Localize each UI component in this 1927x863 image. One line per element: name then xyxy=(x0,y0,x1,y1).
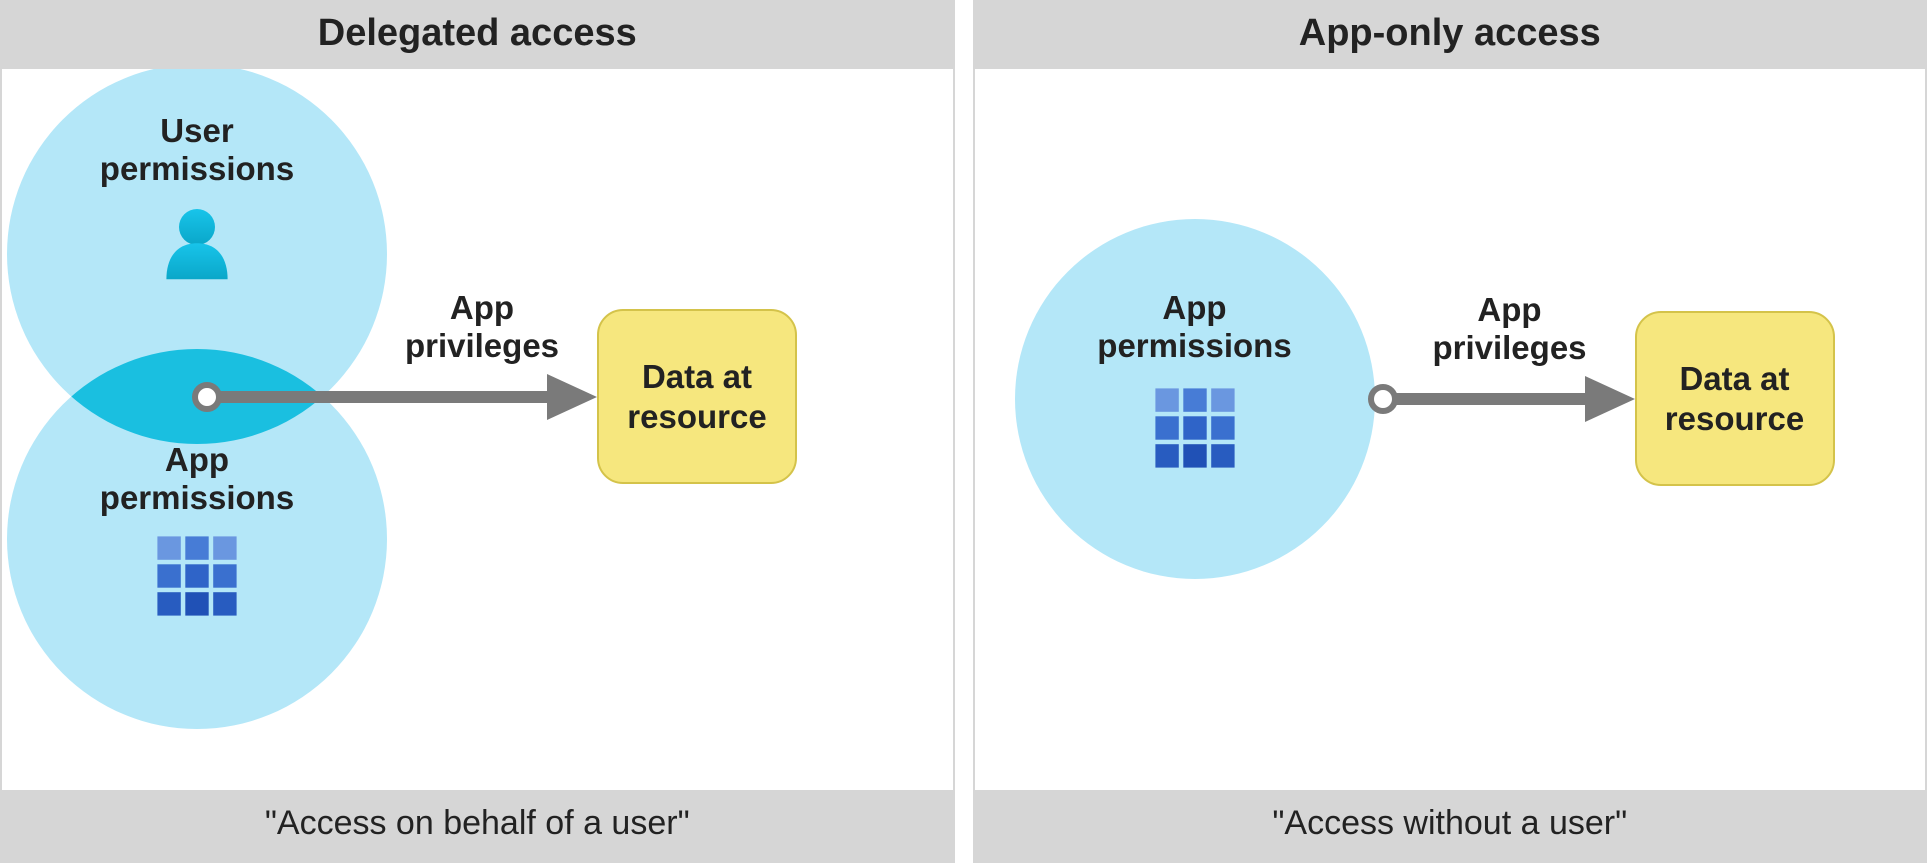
panel-app-only-access: App-only access App permissions xyxy=(973,0,1927,863)
app-permissions-label-right: App permissions xyxy=(1097,289,1291,365)
data-box-left: Data at resource xyxy=(597,309,797,484)
data-box-label-right: Data at resource xyxy=(1665,359,1804,438)
app-permissions-circle-left: App permissions xyxy=(7,349,387,729)
user-permissions-label: User permissions xyxy=(100,112,294,188)
panel-body-left: User permissions App permissions xyxy=(2,69,953,790)
grid-icon xyxy=(152,531,242,621)
arrow-label-left: App privileges xyxy=(382,289,582,365)
panel-delegated-access: Delegated access User permissions xyxy=(0,0,955,863)
panel-footer-left: "Access on behalf of a user" xyxy=(2,790,953,861)
panel-footer-right: "Access without a user" xyxy=(975,790,1926,861)
panel-title-right: App-only access xyxy=(975,2,1926,69)
data-box-label-left: Data at resource xyxy=(627,357,766,436)
panel-body-right: App permissions App privileges Data at r… xyxy=(975,69,1926,790)
user-icon xyxy=(152,200,242,290)
arrow-label-right: App privileges xyxy=(1410,291,1610,367)
panel-title-left: Delegated access xyxy=(2,2,953,69)
grid-icon xyxy=(1150,383,1240,473)
app-permissions-circle-right: App permissions xyxy=(1015,219,1375,579)
data-box-right: Data at resource xyxy=(1635,311,1835,486)
app-permissions-label-left: App permissions xyxy=(100,441,294,517)
